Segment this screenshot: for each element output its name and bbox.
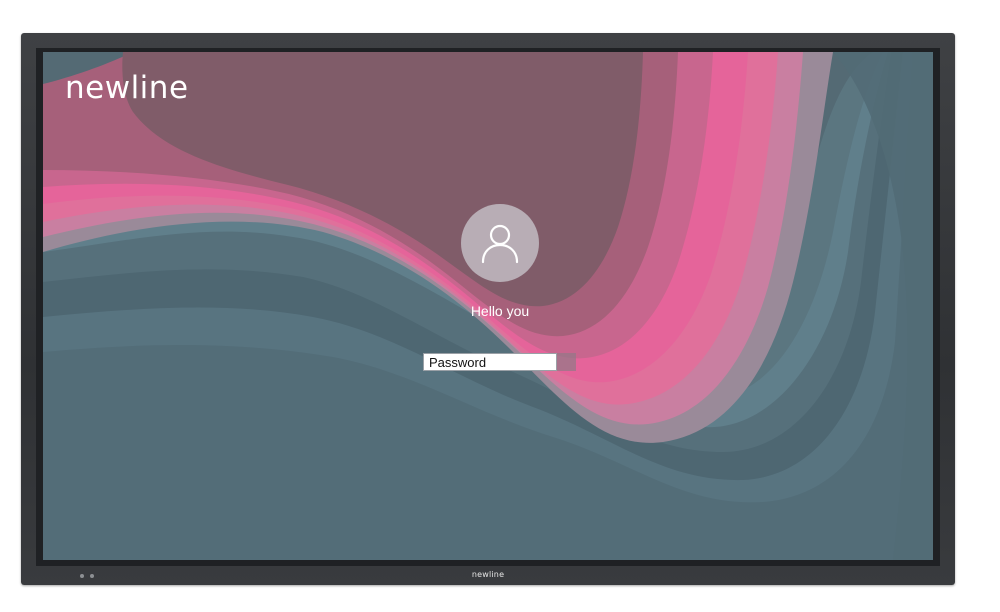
bezel-logo: newline [471, 570, 505, 579]
brand-logo: newline [65, 70, 189, 106]
display-device: newline Hello you newline [0, 0, 1000, 612]
user-avatar [461, 204, 539, 282]
lock-screen: newline Hello you [43, 52, 933, 560]
sign-in-button[interactable] [557, 353, 576, 371]
user-name: Hello you [470, 303, 530, 319]
user-icon [481, 224, 519, 264]
password-input[interactable] [423, 353, 557, 371]
